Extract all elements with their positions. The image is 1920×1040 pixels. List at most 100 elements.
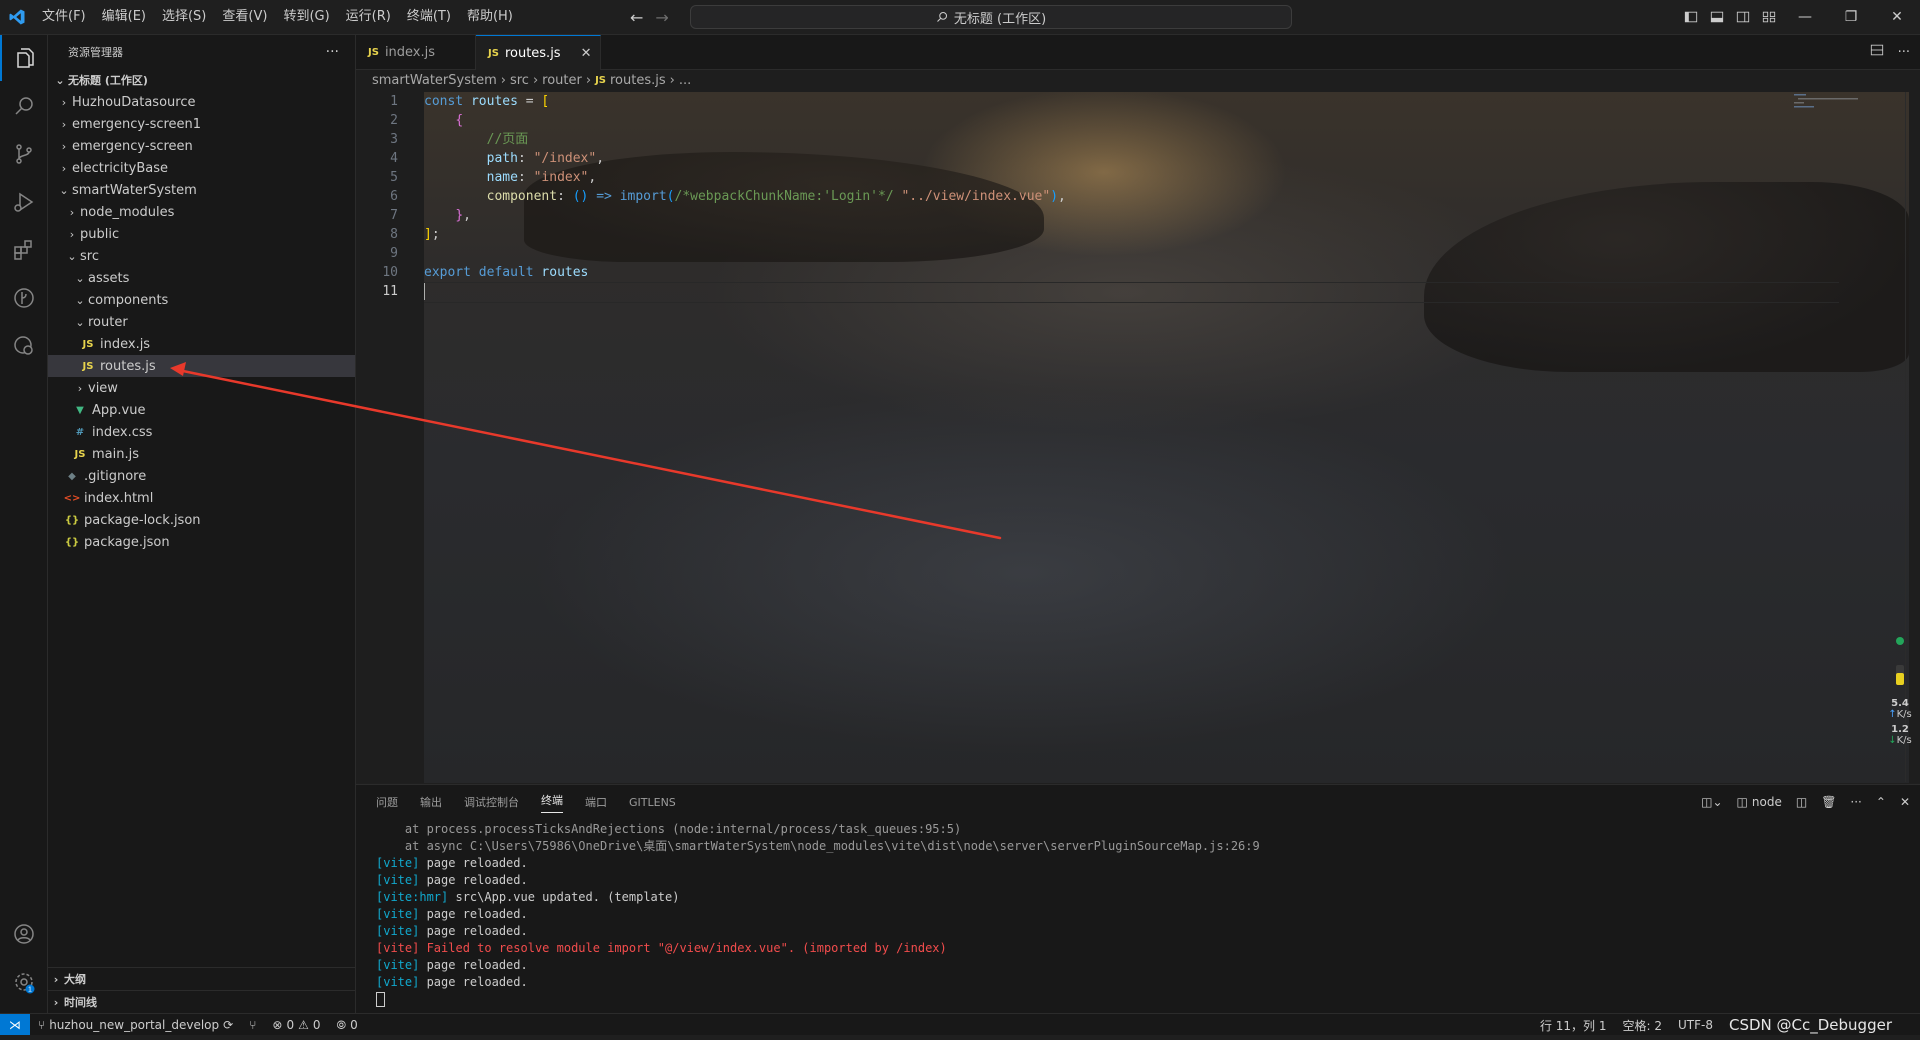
- manage-gear-icon[interactable]: 1: [0, 959, 47, 1005]
- cursor-position[interactable]: 行 11，列 1: [1532, 1017, 1615, 1034]
- toggle-secondary-sidebar-icon[interactable]: [1730, 10, 1756, 24]
- breadcrumb-item[interactable]: smartWaterSystem: [372, 73, 497, 88]
- tree-folder[interactable]: ⌄ src: [48, 245, 355, 267]
- ports-status[interactable]: ⦾ 0: [329, 1018, 366, 1033]
- error-count: 0: [286, 1018, 295, 1032]
- run-debug-icon[interactable]: [0, 179, 47, 225]
- tree-folder[interactable]: › view: [48, 377, 355, 399]
- more-actions-icon[interactable]: ···: [1850, 795, 1861, 809]
- code-line: ];: [424, 227, 440, 242]
- restore-icon[interactable]: ❐: [1828, 9, 1874, 25]
- close-window-icon[interactable]: ✕: [1874, 9, 1920, 25]
- back-arrow-icon[interactable]: ←: [630, 8, 643, 27]
- tree-file[interactable]: {} package.json: [48, 531, 355, 553]
- remote-indicator-icon[interactable]: ⋊: [0, 1014, 30, 1036]
- workspace-root[interactable]: ⌄ 无标题 (工作区): [48, 69, 355, 91]
- explorer-icon[interactable]: [0, 35, 49, 81]
- breadcrumb-item[interactable]: routes.js: [610, 73, 666, 88]
- remote-explorer-icon[interactable]: [0, 323, 47, 369]
- toggle-panel-icon[interactable]: [1704, 10, 1730, 24]
- tree-folder[interactable]: ⌄ smartWaterSystem: [48, 179, 355, 201]
- tree-folder[interactable]: ⌄ components: [48, 289, 355, 311]
- breadcrumb-item[interactable]: ...: [679, 73, 691, 88]
- breadcrumb-item[interactable]: src: [510, 73, 529, 88]
- outline-section[interactable]: › 大纲: [48, 967, 355, 990]
- close-panel-icon[interactable]: ✕: [1900, 795, 1910, 809]
- terminal-prompt[interactable]: [376, 991, 1260, 1008]
- tree-folder[interactable]: ⌄ router: [48, 311, 355, 333]
- tree-file[interactable]: ▼ App.vue: [48, 399, 355, 421]
- code-line: {: [455, 113, 464, 128]
- tree-folder[interactable]: ⌄ assets: [48, 267, 355, 289]
- split-editor-icon[interactable]: [1870, 43, 1884, 61]
- menu-view[interactable]: 查看(V): [214, 0, 275, 34]
- menu-file[interactable]: 文件(F): [34, 0, 94, 34]
- terminal-text: at process.processTicksAndRejections (no…: [376, 822, 962, 836]
- tab-routes-js[interactable]: JS routes.js ✕: [476, 35, 601, 70]
- branch-status[interactable]: ⑂ huzhou_new_portal_develop ⟳: [30, 1018, 241, 1032]
- battery-indicator-icon: [1896, 637, 1904, 685]
- tab-ports[interactable]: 端口: [585, 794, 607, 810]
- tree-folder[interactable]: › public: [48, 223, 355, 245]
- more-actions-icon[interactable]: ···: [1898, 45, 1910, 60]
- timeline-section[interactable]: › 时间线: [48, 990, 355, 1013]
- tree-file[interactable]: ◆ .gitignore: [48, 465, 355, 487]
- menu-selection[interactable]: 选择(S): [154, 0, 214, 34]
- menu-go[interactable]: 转到(G): [275, 0, 337, 34]
- tree-folder[interactable]: › emergency-screen: [48, 135, 355, 157]
- tab-debug-console[interactable]: 调试控制台: [464, 794, 519, 810]
- forward-arrow-icon[interactable]: →: [655, 8, 668, 27]
- menu-terminal[interactable]: 终端(T): [399, 0, 459, 34]
- customize-layout-icon[interactable]: [1756, 10, 1782, 24]
- toggle-primary-sidebar-icon[interactable]: [1678, 10, 1704, 24]
- tree-file[interactable]: JS main.js: [48, 443, 355, 465]
- source-control-icon[interactable]: [0, 131, 47, 177]
- command-center[interactable]: 无标题 (工作区): [690, 5, 1292, 29]
- tab-terminal[interactable]: 终端: [541, 792, 563, 813]
- minimap[interactable]: [1794, 92, 1874, 112]
- split-terminal-icon[interactable]: ◫: [1796, 795, 1807, 809]
- minimize-icon[interactable]: —: [1782, 9, 1828, 25]
- menu-run[interactable]: 运行(R): [338, 0, 399, 34]
- indentation[interactable]: 空格: 2: [1615, 1017, 1671, 1034]
- code-content[interactable]: const routes = [ { //页面 path: "/index", …: [424, 92, 1066, 301]
- accounts-icon[interactable]: [0, 911, 47, 957]
- tree-file[interactable]: # index.css: [48, 421, 355, 443]
- code-line: name: "index",: [486, 170, 597, 185]
- menu-help[interactable]: 帮助(H): [459, 0, 521, 34]
- tab-output[interactable]: 输出: [420, 794, 442, 810]
- extensions-icon[interactable]: [0, 227, 47, 273]
- tab-index-js[interactable]: JS index.js: [356, 35, 476, 69]
- tree-file[interactable]: <> index.html: [48, 487, 355, 509]
- svg-text:1: 1: [28, 987, 32, 994]
- terminal-output[interactable]: at process.processTicksAndRejections (no…: [376, 821, 1260, 1008]
- close-tab-icon[interactable]: ✕: [581, 46, 592, 61]
- tree-folder[interactable]: › node_modules: [48, 201, 355, 223]
- tree-folder[interactable]: › HuzhouDatasource: [48, 91, 355, 113]
- breadcrumb-item[interactable]: router: [542, 73, 582, 88]
- tree-item-label: HuzhouDatasource: [72, 94, 196, 110]
- tab-gitlens[interactable]: GITLENS: [629, 796, 676, 809]
- sync-icon[interactable]: ⟳: [223, 1018, 233, 1032]
- tree-file[interactable]: {} package-lock.json: [48, 509, 355, 531]
- menu-edit[interactable]: 编辑(E): [94, 0, 154, 34]
- trash-icon[interactable]: 🗑: [1821, 795, 1836, 809]
- chevron-down-icon: ⌄: [75, 271, 85, 285]
- maximize-panel-icon[interactable]: ⌃: [1876, 795, 1886, 809]
- search-icon[interactable]: [0, 83, 47, 129]
- tree-file[interactable]: JS index.js: [48, 333, 355, 355]
- tab-problems[interactable]: 问题: [376, 794, 398, 810]
- terminal-instance[interactable]: ◫ node: [1737, 795, 1782, 809]
- line-number: 2: [390, 113, 398, 128]
- problems-status[interactable]: ⊗ 0 ⚠ 0: [264, 1018, 328, 1032]
- tree-file[interactable]: JS routes.js: [48, 355, 355, 377]
- publish-status[interactable]: ⑂: [241, 1018, 264, 1032]
- command-center-label: 无标题 (工作区): [953, 11, 1047, 27]
- tree-folder[interactable]: › electricityBase: [48, 157, 355, 179]
- encoding[interactable]: UTF-8: [1670, 1018, 1721, 1032]
- panel-actions: ◫⌄ ◫ node ◫ 🗑 ··· ⌃ ✕: [1701, 785, 1910, 819]
- more-actions-icon[interactable]: ···: [326, 44, 339, 60]
- tree-folder[interactable]: › emergency-screen1: [48, 113, 355, 135]
- new-terminal-dropdown-icon[interactable]: ◫⌄: [1701, 795, 1722, 809]
- gitlens-icon[interactable]: [0, 275, 47, 321]
